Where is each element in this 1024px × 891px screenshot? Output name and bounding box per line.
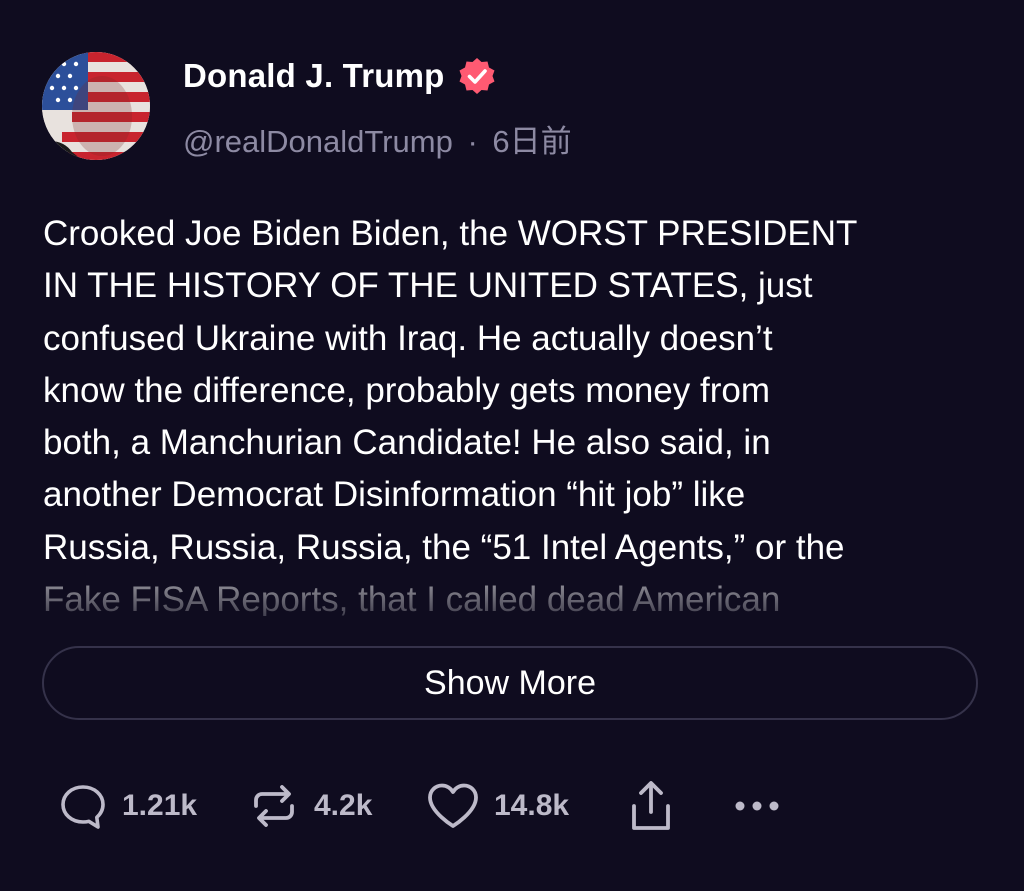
repost-count: 4.2k bbox=[314, 789, 373, 822]
reply-count: 1.21k bbox=[122, 789, 198, 822]
avatar[interactable] bbox=[42, 52, 150, 160]
post-actions: 1.21k 4.2k 14.8k bbox=[58, 775, 818, 837]
heart-icon bbox=[426, 781, 480, 831]
post-timestamp[interactable]: 6日前 bbox=[492, 116, 571, 161]
author-name[interactable]: Donald J. Trump bbox=[183, 57, 445, 95]
post-card: Donald J. Trump @realDonaldTrump · 6日前 C… bbox=[0, 0, 1024, 891]
reply-button[interactable]: 1.21k bbox=[58, 775, 197, 837]
like-count: 14.8k bbox=[494, 789, 570, 822]
share-icon bbox=[628, 778, 674, 834]
more-options-button[interactable] bbox=[732, 775, 782, 837]
post-body: Crooked Joe Biden Biden, the WORST PRESI… bbox=[43, 214, 858, 616]
show-more-button[interactable]: Show More bbox=[42, 646, 978, 720]
repost-icon bbox=[248, 780, 300, 832]
like-button[interactable]: 14.8k bbox=[426, 775, 569, 837]
author-handle[interactable]: @realDonaldTrump bbox=[183, 124, 453, 160]
meta-separator: · bbox=[467, 124, 478, 159]
comment-icon bbox=[58, 781, 108, 831]
post-meta: @realDonaldTrump · 6日前 bbox=[183, 116, 572, 161]
share-button[interactable] bbox=[628, 775, 674, 837]
verified-badge-icon bbox=[457, 56, 497, 96]
repost-button[interactable]: 4.2k bbox=[248, 775, 372, 837]
more-dots-icon bbox=[732, 796, 782, 816]
